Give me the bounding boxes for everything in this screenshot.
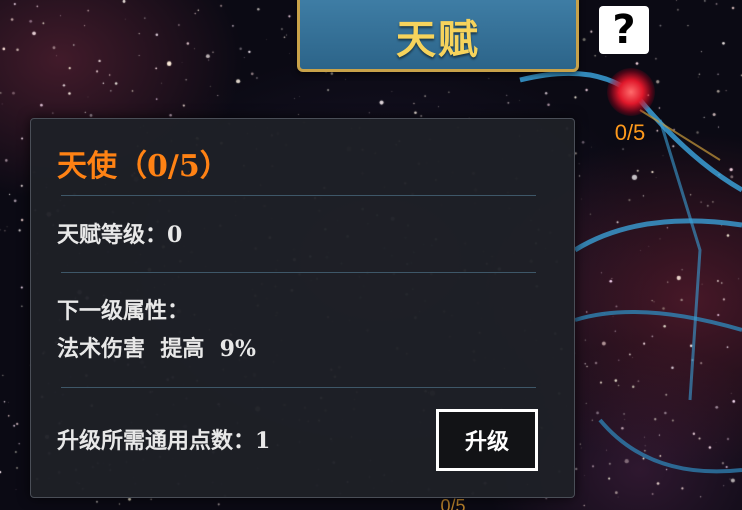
- talent-node-count-lower: 0/5: [440, 496, 466, 510]
- talent-node-count: 0/5: [614, 120, 646, 145]
- page-title: 天赋: [396, 16, 480, 63]
- talent-name: 天使（0/5）: [57, 149, 230, 184]
- help-button[interactable]: ?: [599, 6, 649, 54]
- constellation-line: [574, 310, 742, 332]
- next-level-heading: 下一级属性：: [57, 298, 190, 324]
- constellation-line: [598, 418, 742, 474]
- talent-level: 天赋等级：0: [57, 222, 183, 248]
- question-mark-icon: ?: [612, 7, 636, 53]
- next-level-effect: 法术伤害 提高 9%: [57, 336, 256, 362]
- upgrade-cost: 升级所需通用点数：1: [57, 428, 271, 454]
- talent-screen: 天赋 ? 0/5 0/5 天使（0/5） 天赋等级：0 下一级属性： 法术伤害 …: [0, 0, 742, 510]
- constellation-line: [658, 119, 702, 401]
- constellation-line: [573, 218, 742, 253]
- talent-detail-panel: 天使（0/5） 天赋等级：0 下一级属性： 法术伤害 提高 9% 升级所需通用点…: [30, 118, 575, 498]
- divider: [61, 195, 536, 196]
- divider: [61, 272, 536, 273]
- talent-node-active[interactable]: [607, 68, 655, 116]
- divider: [61, 387, 536, 388]
- talent-title-tab: 天赋: [297, 0, 579, 72]
- upgrade-button[interactable]: 升级: [436, 409, 538, 471]
